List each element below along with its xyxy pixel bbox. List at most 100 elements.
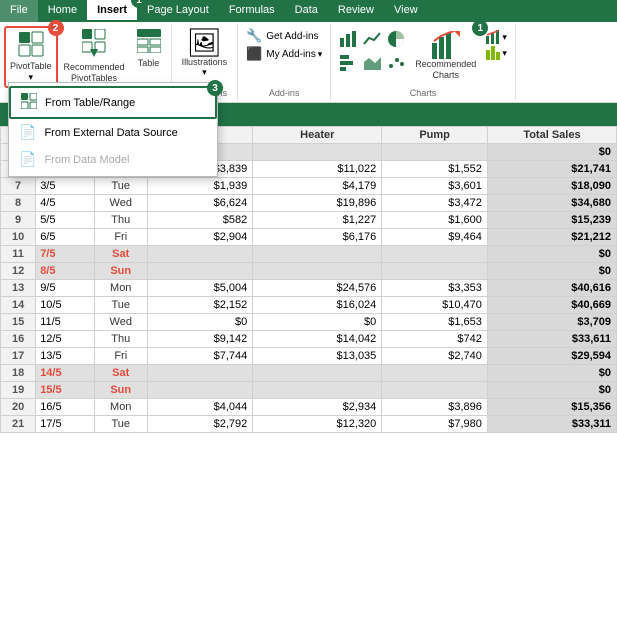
area-chart-button[interactable] xyxy=(361,52,383,74)
cell-heater[interactable] xyxy=(253,262,382,279)
cell-pump[interactable]: $1,600 xyxy=(382,211,488,228)
cell-heater[interactable]: $11,022 xyxy=(253,160,382,177)
cell-pump[interactable]: $2,740 xyxy=(382,347,488,364)
cell-ac[interactable]: $2,792 xyxy=(147,415,253,432)
cell-total[interactable]: $21,212 xyxy=(487,228,616,245)
table-button[interactable]: Table xyxy=(131,26,167,71)
cell-heater[interactable]: $24,576 xyxy=(253,279,382,296)
line-chart-button[interactable] xyxy=(361,28,383,50)
bar-chart-button[interactable] xyxy=(337,52,359,74)
cell-total[interactable]: $33,611 xyxy=(487,330,616,347)
tab-data[interactable]: Data xyxy=(285,0,328,22)
cell-total[interactable]: $33,311 xyxy=(487,415,616,432)
table-row[interactable]: 9 5/5 Thu $582 $1,227 $1,600 $15,239 xyxy=(1,211,617,228)
cell-total[interactable]: $29,594 xyxy=(487,347,616,364)
cell-date[interactable]: 10/5 xyxy=(36,296,95,313)
cell-heater[interactable]: $13,035 xyxy=(253,347,382,364)
tab-page-layout[interactable]: Page Layout xyxy=(137,0,219,22)
cell-pump[interactable] xyxy=(382,262,488,279)
table-row[interactable]: 21 17/5 Tue $2,792 $12,320 $7,980 $33,31… xyxy=(1,415,617,432)
cell-pump[interactable]: $3,353 xyxy=(382,279,488,296)
cell-total[interactable]: $21,741 xyxy=(487,160,616,177)
cell-date[interactable]: 16/5 xyxy=(36,398,95,415)
cell-heater[interactable] xyxy=(253,143,382,160)
col-pump[interactable]: Pump xyxy=(382,126,488,143)
table-row[interactable]: 16 12/5 Thu $9,142 $14,042 $742 $33,611 xyxy=(1,330,617,347)
pivot-chart-button[interactable]: ▾ xyxy=(486,46,507,60)
cell-date[interactable]: 11/5 xyxy=(36,313,95,330)
table-row[interactable]: 14 10/5 Tue $2,152 $16,024 $10,470 $40,6… xyxy=(1,296,617,313)
cell-pump[interactable]: $9,464 xyxy=(382,228,488,245)
cell-ac[interactable]: $9,142 xyxy=(147,330,253,347)
table-row[interactable]: 15 11/5 Wed $0 $0 $1,653 $3,709 xyxy=(1,313,617,330)
cell-date[interactable]: 7/5 xyxy=(36,245,95,262)
cell-pump[interactable]: $10,470 xyxy=(382,296,488,313)
cell-date[interactable]: 14/5 xyxy=(36,364,95,381)
scatter-chart-button[interactable] xyxy=(385,52,407,74)
cell-total[interactable]: $3,709 xyxy=(487,313,616,330)
table-row[interactable]: 19 15/5 Sun $0 xyxy=(1,381,617,398)
cell-ac[interactable] xyxy=(147,262,253,279)
cell-total[interactable]: $0 xyxy=(487,143,616,160)
tab-review[interactable]: Review xyxy=(328,0,384,22)
cell-heater[interactable]: $1,227 xyxy=(253,211,382,228)
cell-total[interactable]: $0 xyxy=(487,381,616,398)
cell-date[interactable]: 6/5 xyxy=(36,228,95,245)
col-heater[interactable]: Heater xyxy=(253,126,382,143)
cell-pump[interactable]: $7,980 xyxy=(382,415,488,432)
cell-pump[interactable] xyxy=(382,381,488,398)
cell-heater[interactable] xyxy=(253,245,382,262)
from-table-range-item[interactable]: From Table/Range 3 xyxy=(9,86,217,119)
cell-heater[interactable]: $16,024 xyxy=(253,296,382,313)
cell-pump[interactable]: $1,552 xyxy=(382,160,488,177)
cell-ac[interactable]: $1,939 xyxy=(147,177,253,194)
from-external-item[interactable]: 📄 From External Data Source xyxy=(9,119,217,146)
cell-pump[interactable] xyxy=(382,364,488,381)
table-row[interactable]: 10 6/5 Fri $2,904 $6,176 $9,464 $21,212 xyxy=(1,228,617,245)
cell-total[interactable]: $0 xyxy=(487,262,616,279)
cell-ac[interactable]: $4,044 xyxy=(147,398,253,415)
cell-total[interactable]: $0 xyxy=(487,245,616,262)
cell-heater[interactable]: $0 xyxy=(253,313,382,330)
cell-heater[interactable]: $2,934 xyxy=(253,398,382,415)
cell-heater[interactable]: $19,896 xyxy=(253,194,382,211)
tab-home[interactable]: Home xyxy=(38,0,87,22)
pivottable-button[interactable]: PivotTable ▾ 2 xyxy=(4,26,58,88)
cell-heater[interactable] xyxy=(253,381,382,398)
illustrations-button[interactable]: 🖼 Illustrations ▾ xyxy=(176,26,234,81)
table-row[interactable]: 17 13/5 Fri $7,744 $13,035 $2,740 $29,59… xyxy=(1,347,617,364)
table-row[interactable]: 18 14/5 Sat $0 xyxy=(1,364,617,381)
cell-total[interactable]: $15,239 xyxy=(487,211,616,228)
cell-date[interactable]: 9/5 xyxy=(36,279,95,296)
table-row[interactable]: 20 16/5 Mon $4,044 $2,934 $3,896 $15,356 xyxy=(1,398,617,415)
cell-pump[interactable] xyxy=(382,143,488,160)
cell-ac[interactable]: $582 xyxy=(147,211,253,228)
cell-date[interactable]: 12/5 xyxy=(36,330,95,347)
table-row[interactable]: 7 3/5 Tue $1,939 $4,179 $3,601 $18,090 xyxy=(1,177,617,194)
tab-formulas[interactable]: Formulas xyxy=(219,0,285,22)
cell-total[interactable]: $15,356 xyxy=(487,398,616,415)
cell-pump[interactable]: $1,653 xyxy=(382,313,488,330)
cell-ac[interactable]: $7,744 xyxy=(147,347,253,364)
tab-file[interactable]: File xyxy=(0,0,38,22)
cell-heater[interactable]: $4,179 xyxy=(253,177,382,194)
cell-date[interactable]: 15/5 xyxy=(36,381,95,398)
tab-view[interactable]: View xyxy=(384,0,428,22)
cell-pump[interactable]: $3,896 xyxy=(382,398,488,415)
cell-date[interactable]: 3/5 xyxy=(36,177,95,194)
col-total[interactable]: Total Sales xyxy=(487,126,616,143)
cell-date[interactable]: 5/5 xyxy=(36,211,95,228)
cell-pump[interactable]: $742 xyxy=(382,330,488,347)
column-chart-button[interactable] xyxy=(337,28,359,50)
cell-date[interactable]: 13/5 xyxy=(36,347,95,364)
cell-total[interactable]: $18,090 xyxy=(487,177,616,194)
cell-heater[interactable]: $14,042 xyxy=(253,330,382,347)
cell-ac[interactable]: $6,624 xyxy=(147,194,253,211)
cell-ac[interactable]: $0 xyxy=(147,313,253,330)
table-row[interactable]: 8 4/5 Wed $6,624 $19,896 $3,472 $34,680 xyxy=(1,194,617,211)
table-row[interactable]: 13 9/5 Mon $5,004 $24,576 $3,353 $40,616 xyxy=(1,279,617,296)
cell-pump[interactable]: $3,472 xyxy=(382,194,488,211)
pie-chart-button[interactable] xyxy=(385,28,407,50)
cell-ac[interactable] xyxy=(147,245,253,262)
combo-chart-button[interactable]: ▾ xyxy=(486,30,507,44)
